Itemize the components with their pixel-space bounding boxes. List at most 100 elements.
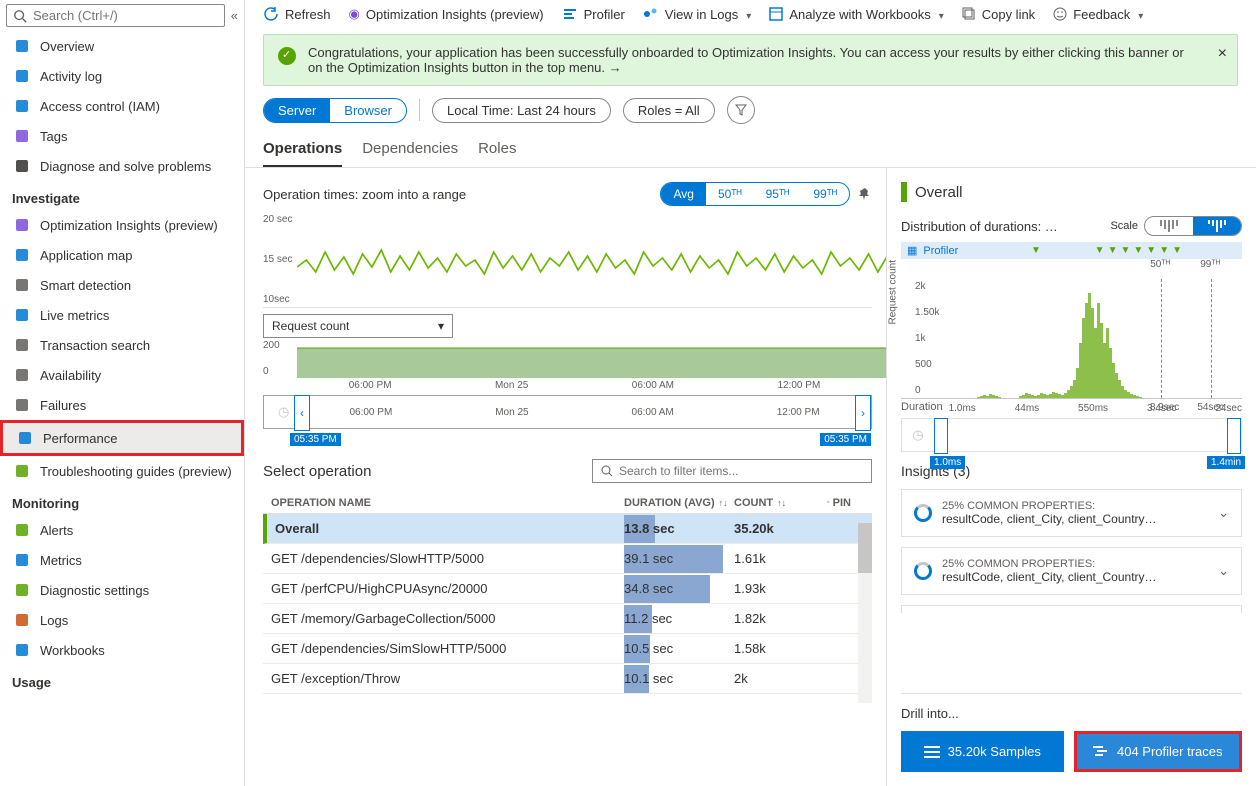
filter-icon[interactable]	[727, 96, 755, 124]
sidebar-item-label: Metrics	[40, 553, 82, 568]
view-logs-button[interactable]: View in Logs	[643, 6, 752, 22]
slider-badge-left: 1.0ms	[930, 456, 965, 469]
scrollbar[interactable]	[858, 523, 872, 703]
slider-handle-left[interactable]	[934, 418, 948, 454]
p99-marker: 99ᵀᴴ	[1200, 259, 1220, 270]
sidebar-item-label: Logs	[40, 613, 68, 628]
sidebar-item[interactable]: Diagnose and solve problems	[0, 151, 244, 181]
sidebar-item[interactable]: Metrics	[0, 545, 244, 575]
time-brush[interactable]: ◷ 06:00 PM Mon 25 06:00 AM 12:00 PM ‹ › …	[263, 395, 872, 429]
sidebar-item[interactable]: Tags	[0, 121, 244, 151]
table-row[interactable]: Overall13.8 sec35.20k	[263, 514, 872, 544]
sidebar-item[interactable]: Activity log	[0, 61, 244, 91]
brush-handle-left[interactable]: ‹	[294, 395, 310, 431]
search-box[interactable]	[6, 4, 225, 27]
chevron-down-icon[interactable]: ⌄	[1218, 563, 1229, 579]
roles-chip[interactable]: Roles = All	[623, 98, 715, 123]
sidebar-item[interactable]: Alerts	[0, 515, 244, 545]
op-count: 1.82k	[734, 611, 824, 626]
scale-toggle[interactable]	[1144, 216, 1242, 236]
area-chart[interactable]: 200 0	[263, 340, 872, 378]
tab-dependencies[interactable]: Dependencies	[362, 134, 458, 167]
profiler-strip[interactable]: ▦ Profiler ▼ ▼▼▼▼▼▼▼	[901, 242, 1242, 259]
sidebar-item[interactable]: Performance	[0, 420, 244, 456]
pin-icon[interactable]	[858, 187, 872, 201]
success-icon	[278, 47, 296, 65]
table-row[interactable]: GET /perfCPU/HighCPUAsync/2000034.8 sec1…	[263, 574, 872, 604]
filter-input[interactable]	[619, 464, 863, 478]
sidebar-item[interactable]: Availability	[0, 360, 244, 390]
select-operation-label: Select operation	[263, 463, 371, 480]
p95-pill[interactable]: 95ᵀᴴ	[754, 183, 802, 205]
x-axis-label: 06:00 AM	[632, 380, 674, 391]
filter-box[interactable]	[592, 459, 872, 483]
col-duration[interactable]: DURATION (AVG)	[624, 497, 715, 509]
server-pill[interactable]: Server	[264, 99, 330, 122]
table-row[interactable]: GET /dependencies/SimSlowHTTP/500010.5 s…	[263, 634, 872, 664]
optimization-button[interactable]: ◉ Optimization Insights (preview)	[349, 6, 544, 22]
donut-icon	[914, 562, 932, 580]
sidebar-item[interactable]: Smart detection	[0, 270, 244, 300]
live-icon	[14, 307, 30, 323]
slider-handle-right[interactable]	[1227, 418, 1241, 454]
tab-operations[interactable]: Operations	[263, 134, 342, 167]
avg-pill[interactable]: Avg	[661, 183, 705, 205]
help-icon[interactable]: ◔	[824, 497, 831, 509]
p99-pill[interactable]: 99ᵀᴴ	[801, 183, 849, 205]
tab-roles[interactable]: Roles	[478, 134, 516, 167]
sidebar-item[interactable]: Application map	[0, 240, 244, 270]
sidebar-item[interactable]: Access control (IAM)	[0, 91, 244, 121]
y-axis-label: 20 sec	[263, 214, 292, 225]
col-pin: PIN	[833, 497, 851, 509]
sidebar-item[interactable]: Workbooks	[0, 635, 244, 665]
insight-card[interactable]: 25% COMMON PROPERTIES: resultCode, clien…	[901, 489, 1242, 537]
refresh-button[interactable]: Refresh	[263, 6, 331, 22]
time-range-chip[interactable]: Local Time: Last 24 hours	[432, 98, 611, 123]
table-row[interactable]: GET /memory/GarbageCollection/500011.2 s…	[263, 604, 872, 634]
profiler-button[interactable]: Profiler	[562, 6, 625, 22]
feedback-button[interactable]: Feedback	[1053, 7, 1143, 22]
sidebar-item-label: Transaction search	[40, 338, 150, 353]
profiler-traces-button[interactable]: 404 Profiler traces	[1074, 731, 1243, 772]
sidebar-item-label: Workbooks	[40, 643, 105, 658]
workbooks-button[interactable]: Analyze with Workbooks	[769, 7, 943, 22]
marker-icon: ▼	[1108, 245, 1118, 256]
request-count-select[interactable]: Request count ▾	[263, 314, 453, 338]
sidebar-item[interactable]: Failures	[0, 390, 244, 420]
op-duration: 10.1 sec	[624, 671, 673, 686]
p50-pill[interactable]: 50ᵀᴴ	[706, 183, 754, 205]
table-row[interactable]: GET /dependencies/SlowHTTP/500039.1 sec1…	[263, 544, 872, 574]
collapse-sidebar-icon[interactable]: «	[231, 8, 238, 23]
sort-icon[interactable]: ↑↓	[777, 498, 786, 508]
copy-link-button[interactable]: Copy link	[962, 7, 1035, 22]
sidebar-item[interactable]: Diagnostic settings	[0, 575, 244, 605]
workbook-icon	[769, 7, 783, 21]
sidebar-item[interactable]: Logs	[0, 605, 244, 635]
samples-button[interactable]: 35.20k Samples	[901, 731, 1064, 772]
line-chart[interactable]: 20 sec 15 sec 10sec	[263, 212, 872, 308]
sidebar-item[interactable]: Optimization Insights (preview)	[0, 210, 244, 240]
insight-card[interactable]: 25% COMMON PROPERTIES: resultCode, clien…	[901, 547, 1242, 595]
chevron-down-icon[interactable]: ⌄	[1218, 505, 1229, 521]
sort-icon[interactable]: ↑↓	[719, 498, 728, 508]
success-banner[interactable]: Congratulations, your application has be…	[263, 34, 1238, 86]
sidebar-item[interactable]: Overview	[0, 31, 244, 61]
brush-handle-right[interactable]: ›	[855, 395, 871, 431]
col-operation[interactable]: OPERATION NAME	[271, 497, 624, 509]
histogram[interactable]: Request count 2k 1.50k 1k 500 0	[901, 279, 1242, 399]
sidebar-item[interactable]: Live metrics	[0, 300, 244, 330]
sidebar-item-label: Live metrics	[40, 308, 109, 323]
sidebar-item[interactable]: Troubleshooting guides (preview)	[0, 456, 244, 486]
x-axis-label: 06:00 AM	[632, 407, 674, 418]
col-count[interactable]: COUNT	[734, 497, 773, 509]
percentile-toggle: Avg 50ᵀᴴ 95ᵀᴴ 99ᵀᴴ	[660, 182, 850, 206]
close-icon[interactable]: ×	[1218, 45, 1227, 63]
trace-icon	[1093, 745, 1109, 759]
table-row[interactable]: GET /exception/Throw10.1 sec2k	[263, 664, 872, 694]
duration-slider[interactable]: ◷ 1.0ms 1.4min	[901, 418, 1242, 452]
operations-table: OPERATION NAME DURATION (AVG)↑↓ COUNT↑↓ …	[263, 493, 872, 786]
profiler-icon: ▦	[907, 244, 917, 257]
sidebar-item[interactable]: Transaction search	[0, 330, 244, 360]
search-input[interactable]	[33, 8, 218, 23]
browser-pill[interactable]: Browser	[330, 99, 406, 122]
